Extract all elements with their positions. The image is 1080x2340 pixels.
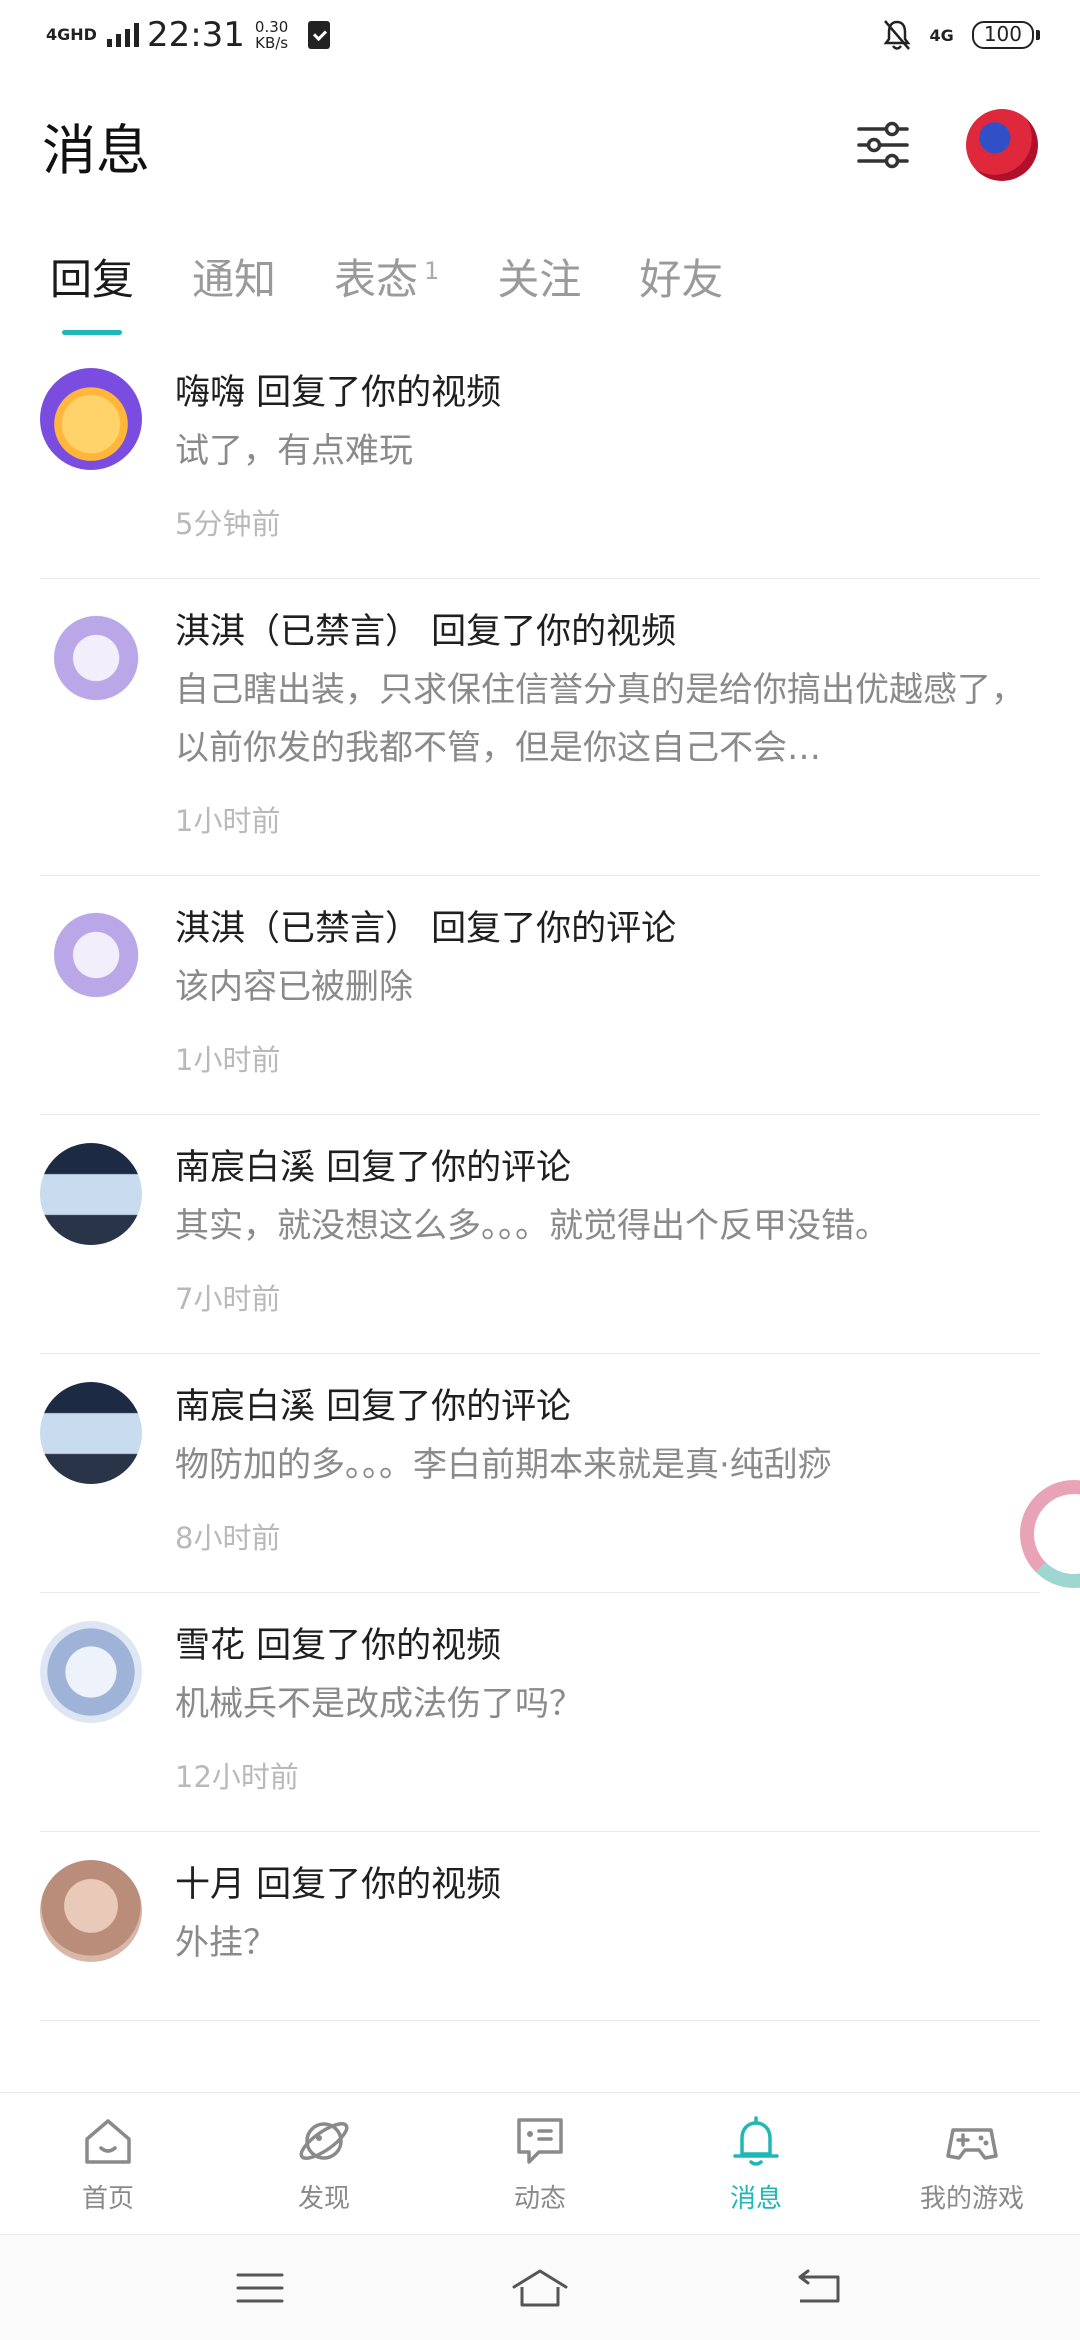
list-item[interactable]: 淇淇（已禁言） 回复了你的评论 该内容已被删除 1小时前	[40, 876, 1040, 1115]
tab-label: 表态	[334, 254, 419, 304]
message-list: 嗨嗨 回复了你的视频 试了，有点难玩 5分钟前 淇淇（已禁言） 回复了你的视频 …	[0, 340, 1080, 2092]
nav-label: 动态	[513, 2184, 566, 2214]
tab-friends[interactable]: 好友	[639, 246, 723, 315]
tab-notifications[interactable]: 通知	[192, 246, 276, 315]
avatar[interactable]	[40, 1860, 142, 1962]
message-body: 机械兵不是改成法伤了吗？	[175, 1684, 583, 1724]
tab-label: 通知	[192, 254, 277, 304]
tab-reactions[interactable]: 表态 1	[334, 246, 439, 315]
list-item[interactable]: 雪花 回复了你的视频 机械兵不是改成法伤了吗？ 12小时前	[40, 1593, 1040, 1832]
message-body: 试了，有点难玩	[175, 431, 413, 471]
message-time: 8小时前	[175, 1521, 281, 1555]
message-body: 该内容已被删除	[175, 967, 413, 1007]
avatar[interactable]	[40, 368, 142, 470]
menu-icon[interactable]	[230, 2263, 290, 2313]
list-item[interactable]: 嗨嗨 回复了你的视频 试了，有点难玩 5分钟前	[40, 340, 1040, 579]
network-type: 4GHD	[46, 25, 97, 44]
list-item[interactable]: 十月 回复了你的视频 外挂？	[40, 1832, 1040, 2021]
nav-label: 消息	[729, 2184, 782, 2214]
tab-label: 关注	[497, 254, 582, 304]
header: 消息	[0, 90, 1080, 200]
message-body: 自己瞎出装，只求保住信誉分真的是给你搞出优越感了，以前你发的我都不管，但是你这自…	[175, 670, 1025, 768]
page-title: 消息	[42, 118, 150, 182]
message-title: 嗨嗨 回复了你的视频	[175, 373, 502, 413]
speed-unit: KB/s	[255, 34, 289, 52]
bottom-nav: 首页 发现 动态 消息 我的游戏	[0, 2092, 1080, 2234]
tab-label: 回复	[50, 254, 135, 304]
list-item[interactable]: 南宸白溪 回复了你的评论 物防加的多。。。李白前期本来就是真·纯刮痧 8小时前	[40, 1354, 1040, 1593]
tab-replies[interactable]: 回复	[50, 246, 135, 335]
message-time: 5分钟前	[175, 507, 281, 541]
message-title: 十月 回复了你的视频	[175, 1865, 502, 1905]
message-body: 外挂？	[175, 1923, 277, 1963]
message-time: 12小时前	[175, 1760, 299, 1794]
messages-screen: 4GHD 22:31 0.30 KB/s 4G 100 消息 回复 通知 表态 …	[0, 0, 1080, 2340]
message-title: 南宸白溪 回复了你的评论	[175, 1148, 572, 1188]
home-button-icon[interactable]	[510, 2263, 570, 2313]
avatar[interactable]	[40, 607, 142, 709]
message-time: 1小时前	[175, 1043, 281, 1077]
home-icon	[85, 2119, 131, 2164]
message-title: 淇淇（已禁言） 回复了你的视频	[175, 612, 677, 652]
clipboard-check-icon	[308, 21, 331, 49]
message-tabs: 回复 通知 表态 1 关注 好友	[0, 230, 1080, 335]
message-body: 其实，就没想这么多。。。就觉得出个反甲没错。	[175, 1206, 889, 1246]
message-title: 南宸白溪 回复了你的评论	[175, 1387, 572, 1427]
network-type-right: 4G	[929, 25, 954, 45]
network-speed: 0.30 KB/s	[255, 19, 288, 51]
ring-icon	[1020, 1480, 1080, 1588]
avatar[interactable]	[40, 904, 142, 1006]
tab-label: 好友	[639, 254, 724, 304]
mute-bell-icon	[883, 20, 911, 50]
avatar[interactable]	[40, 1382, 142, 1484]
profile-avatar[interactable]	[966, 109, 1038, 181]
bell-icon	[733, 2116, 779, 2166]
nav-label: 首页	[81, 2184, 134, 2214]
message-title: 雪花 回复了你的视频	[175, 1626, 502, 1666]
status-right: 4G 100	[882, 18, 1041, 52]
header-actions	[854, 109, 1038, 181]
nav-home[interactable]: 首页	[0, 2093, 216, 2234]
nav-discover[interactable]: 发现	[216, 2093, 432, 2234]
floating-assistant-button[interactable]	[1020, 1480, 1080, 1588]
clock: 22:31	[146, 15, 245, 55]
message-time: 1小时前	[175, 804, 281, 838]
avatar[interactable]	[40, 1143, 142, 1245]
nav-feed[interactable]: 动态	[432, 2093, 648, 2234]
back-icon[interactable]	[790, 2263, 850, 2313]
message-title: 淇淇（已禁言） 回复了你的评论	[175, 909, 677, 949]
tab-follows[interactable]: 关注	[497, 246, 581, 315]
planet-icon	[299, 2122, 349, 2160]
message-body: 物防加的多。。。李白前期本来就是真·纯刮痧	[175, 1445, 832, 1485]
nav-messages[interactable]: 消息	[648, 2093, 864, 2234]
battery-level: 100	[983, 22, 1022, 46]
message-time: 7小时前	[175, 1282, 281, 1316]
nav-my-games[interactable]: 我的游戏	[864, 2093, 1080, 2234]
signal-icon	[106, 23, 139, 47]
list-item[interactable]: 南宸白溪 回复了你的评论 其实，就没想这么多。。。就觉得出个反甲没错。 7小时前	[40, 1115, 1040, 1354]
system-nav-bar	[0, 2234, 1080, 2340]
nav-label: 发现	[297, 2184, 350, 2214]
avatar[interactable]	[40, 1621, 142, 1723]
chat-bubble-icon	[517, 2118, 563, 2164]
nav-label: 我的游戏	[919, 2184, 1024, 2214]
battery-icon: 100	[971, 21, 1041, 49]
list-item[interactable]: 淇淇（已禁言） 回复了你的视频 自己瞎出装，只求保住信誉分真的是给你搞出优越感了…	[40, 579, 1040, 876]
filter-sliders-icon[interactable]	[854, 116, 912, 174]
status-bar: 4GHD 22:31 0.30 KB/s 4G 100	[0, 0, 1080, 70]
gamepad-icon	[946, 2128, 998, 2160]
tab-badge-count: 1	[424, 256, 440, 285]
